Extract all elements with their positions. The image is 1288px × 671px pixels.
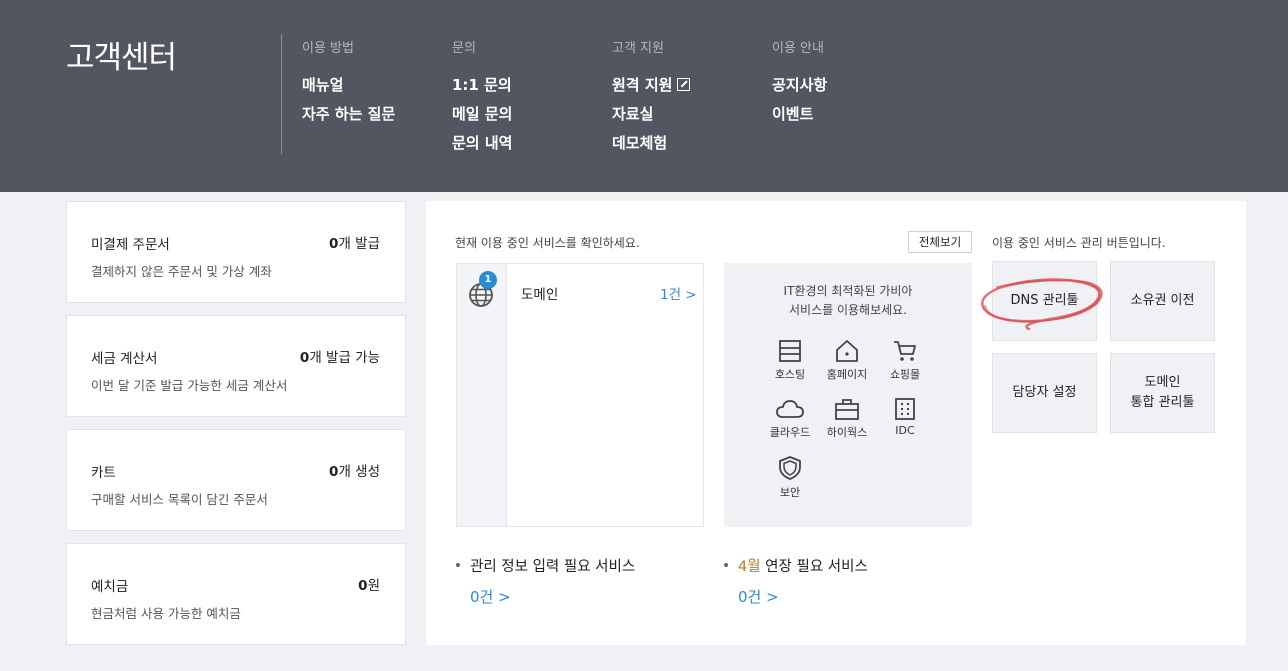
nav-column-support: 고객 지원 원격 지원 자료실 데모체험 (612, 37, 691, 163)
info-required-count-link[interactable]: 0건 > (470, 586, 635, 607)
card-title: 예치금 (91, 579, 129, 595)
nav-heading: 고객 지원 (612, 41, 664, 56)
promo-item-idc[interactable]: IDC (875, 397, 935, 437)
domain-integrated-manager-button[interactable]: 도메인 통합 관리툴 (1110, 353, 1215, 433)
card-unpaid-orders[interactable]: 미결제 주문서 0개 발급 결제하지 않은 주문서 및 가상 계좌 (66, 201, 406, 303)
card-value: 0개 발급 (329, 232, 380, 252)
card-title: 세금 계산서 (91, 351, 158, 367)
promo-item-label: 호스팅 (774, 368, 806, 381)
card-deposit[interactable]: 예치금 0원 현금처럼 사용 가능한 예치금 (66, 543, 406, 645)
button-label-line-2: 통합 관리툴 (1130, 395, 1195, 410)
promo-item-label: IDC (895, 424, 915, 437)
nav-heading: 이용 안내 (772, 41, 824, 56)
card-description: 결제하지 않은 주문서 및 가상 계좌 (91, 264, 272, 279)
nav-column-inquiry: 문의 1:1 문의 메일 문의 문의 내역 (452, 37, 512, 163)
promo-item-label: 클라우드 (769, 426, 811, 439)
nav-column-usage: 이용 방법 매뉴얼 자주 하는 질문 (302, 37, 395, 134)
button-label: 소유권 이전 (1130, 293, 1195, 308)
section-title: 관리 정보 입력 필요 서비스 (456, 555, 635, 576)
promo-item-label: 쇼핑몰 (889, 368, 921, 381)
service-list: 1 도메인 1건 > (456, 263, 704, 527)
nav-heading: 이용 방법 (302, 41, 354, 56)
card-tax-invoice[interactable]: 세금 계산서 0개 발급 가능 이번 달 기준 발급 가능한 세금 계산서 (66, 315, 406, 417)
external-link-icon (677, 78, 691, 91)
card-unit: 개 생성 (338, 464, 380, 480)
promo-item-label: 하이웍스 (826, 426, 868, 439)
nav-link-mail-inquiry[interactable]: 메일 문의 (452, 105, 512, 134)
promo-item-security[interactable]: 보안 (760, 455, 820, 500)
building-icon (895, 398, 915, 420)
card-description: 현금처럼 사용 가능한 예치금 (91, 606, 241, 621)
section-title: 4월 연장 필요 서비스 (724, 555, 868, 576)
page-title: 고객센터 (66, 40, 177, 76)
button-label-group: 도메인 통합 관리툴 (1131, 373, 1195, 413)
promo-item-label: 보안 (779, 486, 801, 499)
promo-item-cloud[interactable]: 클라우드 (760, 397, 820, 440)
header: 고객센터 이용 방법 매뉴얼 자주 하는 질문 문의 1:1 문의 메일 문의 … (0, 0, 1288, 192)
promo-item-homepage[interactable]: 홈페이지 (817, 339, 877, 382)
card-title: 카트 (91, 465, 116, 481)
section-title-text: 연장 필요 서비스 (760, 559, 868, 575)
homepage-icon (836, 340, 858, 362)
renewal-month: 4월 (738, 559, 761, 575)
button-label-line-1: 도메인 (1144, 375, 1181, 390)
card-title: 미결제 주문서 (91, 237, 170, 253)
dns-manager-button[interactable]: DNS 관리툴 (992, 261, 1097, 341)
nav-heading: 문의 (452, 41, 476, 56)
nav-link-downloads[interactable]: 자료실 (612, 105, 690, 134)
nav-link-label: 원격 지원 (612, 76, 673, 94)
section-title-text: 관리 정보 입력 필요 서비스 (470, 559, 636, 575)
nav-link-notices[interactable]: 공지사항 (772, 76, 827, 105)
ownership-transfer-button[interactable]: 소유권 이전 (1110, 261, 1215, 341)
promo-text: IT환경의 최적화된 가비아 서비스를 이용해보세요. (724, 282, 972, 320)
button-label: DNS 관리툴 (1010, 293, 1079, 308)
service-count-badge: 1 (479, 271, 497, 289)
button-label: 담당자 설정 (1012, 385, 1077, 400)
nav-link-events[interactable]: 이벤트 (772, 105, 827, 134)
bullet-icon (456, 563, 460, 567)
nav-link-inquiry-history[interactable]: 문의 내역 (452, 134, 512, 163)
promo-item-hosting[interactable]: 호스팅 (760, 339, 820, 382)
card-value: 0개 발급 가능 (300, 346, 380, 366)
card-description: 구매할 서비스 목록이 담긴 주문서 (91, 492, 268, 507)
cloud-icon (776, 400, 804, 418)
nav-link-remote-support[interactable]: 원격 지원 (612, 76, 691, 105)
briefcase-icon (835, 399, 859, 420)
card-cart[interactable]: 카트 0개 생성 구매할 서비스 목록이 담긴 주문서 (66, 429, 406, 531)
nav-link-one-on-one[interactable]: 1:1 문의 (452, 76, 512, 105)
promo-item-hiworks[interactable]: 하이웍스 (817, 397, 877, 440)
contact-settings-button[interactable]: 담당자 설정 (992, 353, 1097, 433)
service-count-link[interactable]: 1건 > (660, 283, 697, 303)
service-name-domain: 도메인 (521, 287, 559, 303)
card-value: 0원 (358, 574, 380, 594)
service-promo-box: IT환경의 최적화된 가비아 서비스를 이용해보세요. 호스팅 홈페이지 쇼핑몰… (724, 263, 972, 527)
nav-link-demo[interactable]: 데모체험 (612, 134, 690, 163)
cart-icon (894, 341, 916, 361)
promo-item-label: 홈페이지 (826, 368, 868, 381)
service-intro-text: 현재 이용 중인 서비스를 확인하세요. (455, 236, 640, 250)
hosting-icon (779, 340, 801, 362)
bullet-icon (724, 563, 728, 567)
nav-link-manual[interactable]: 매뉴얼 (302, 76, 395, 105)
service-panel: 현재 이용 중인 서비스를 확인하세요. 전체보기 1 도메인 1건 > IT환… (426, 201, 1246, 645)
promo-item-shopping[interactable]: 쇼핑몰 (875, 339, 935, 382)
card-value: 0개 생성 (329, 460, 380, 480)
shield-icon (779, 456, 801, 480)
header-divider (281, 34, 282, 154)
renewal-required-count-link[interactable]: 0건 > (738, 586, 868, 607)
card-unit: 개 발급 (338, 236, 380, 252)
view-all-button[interactable]: 전체보기 (908, 231, 972, 253)
management-intro-text: 이용 중인 서비스 관리 버튼입니다. (992, 236, 1166, 250)
renewal-required-section: 4월 연장 필요 서비스 0건 > (724, 555, 868, 607)
info-required-section: 관리 정보 입력 필요 서비스 0건 > (456, 555, 635, 607)
promo-line-2: 서비스를 이용해보세요. (788, 303, 908, 317)
card-description: 이번 달 기준 발급 가능한 세금 계산서 (91, 378, 288, 393)
nav-link-faq[interactable]: 자주 하는 질문 (302, 105, 395, 134)
card-unit: 원 (367, 578, 380, 594)
card-unit: 개 발급 가능 (309, 350, 380, 366)
card-count: 0 (299, 350, 310, 366)
promo-line-1: IT환경의 최적화된 가비아 (783, 284, 913, 298)
card-count: 0 (358, 578, 368, 594)
nav-column-info: 이용 안내 공지사항 이벤트 (772, 37, 827, 134)
